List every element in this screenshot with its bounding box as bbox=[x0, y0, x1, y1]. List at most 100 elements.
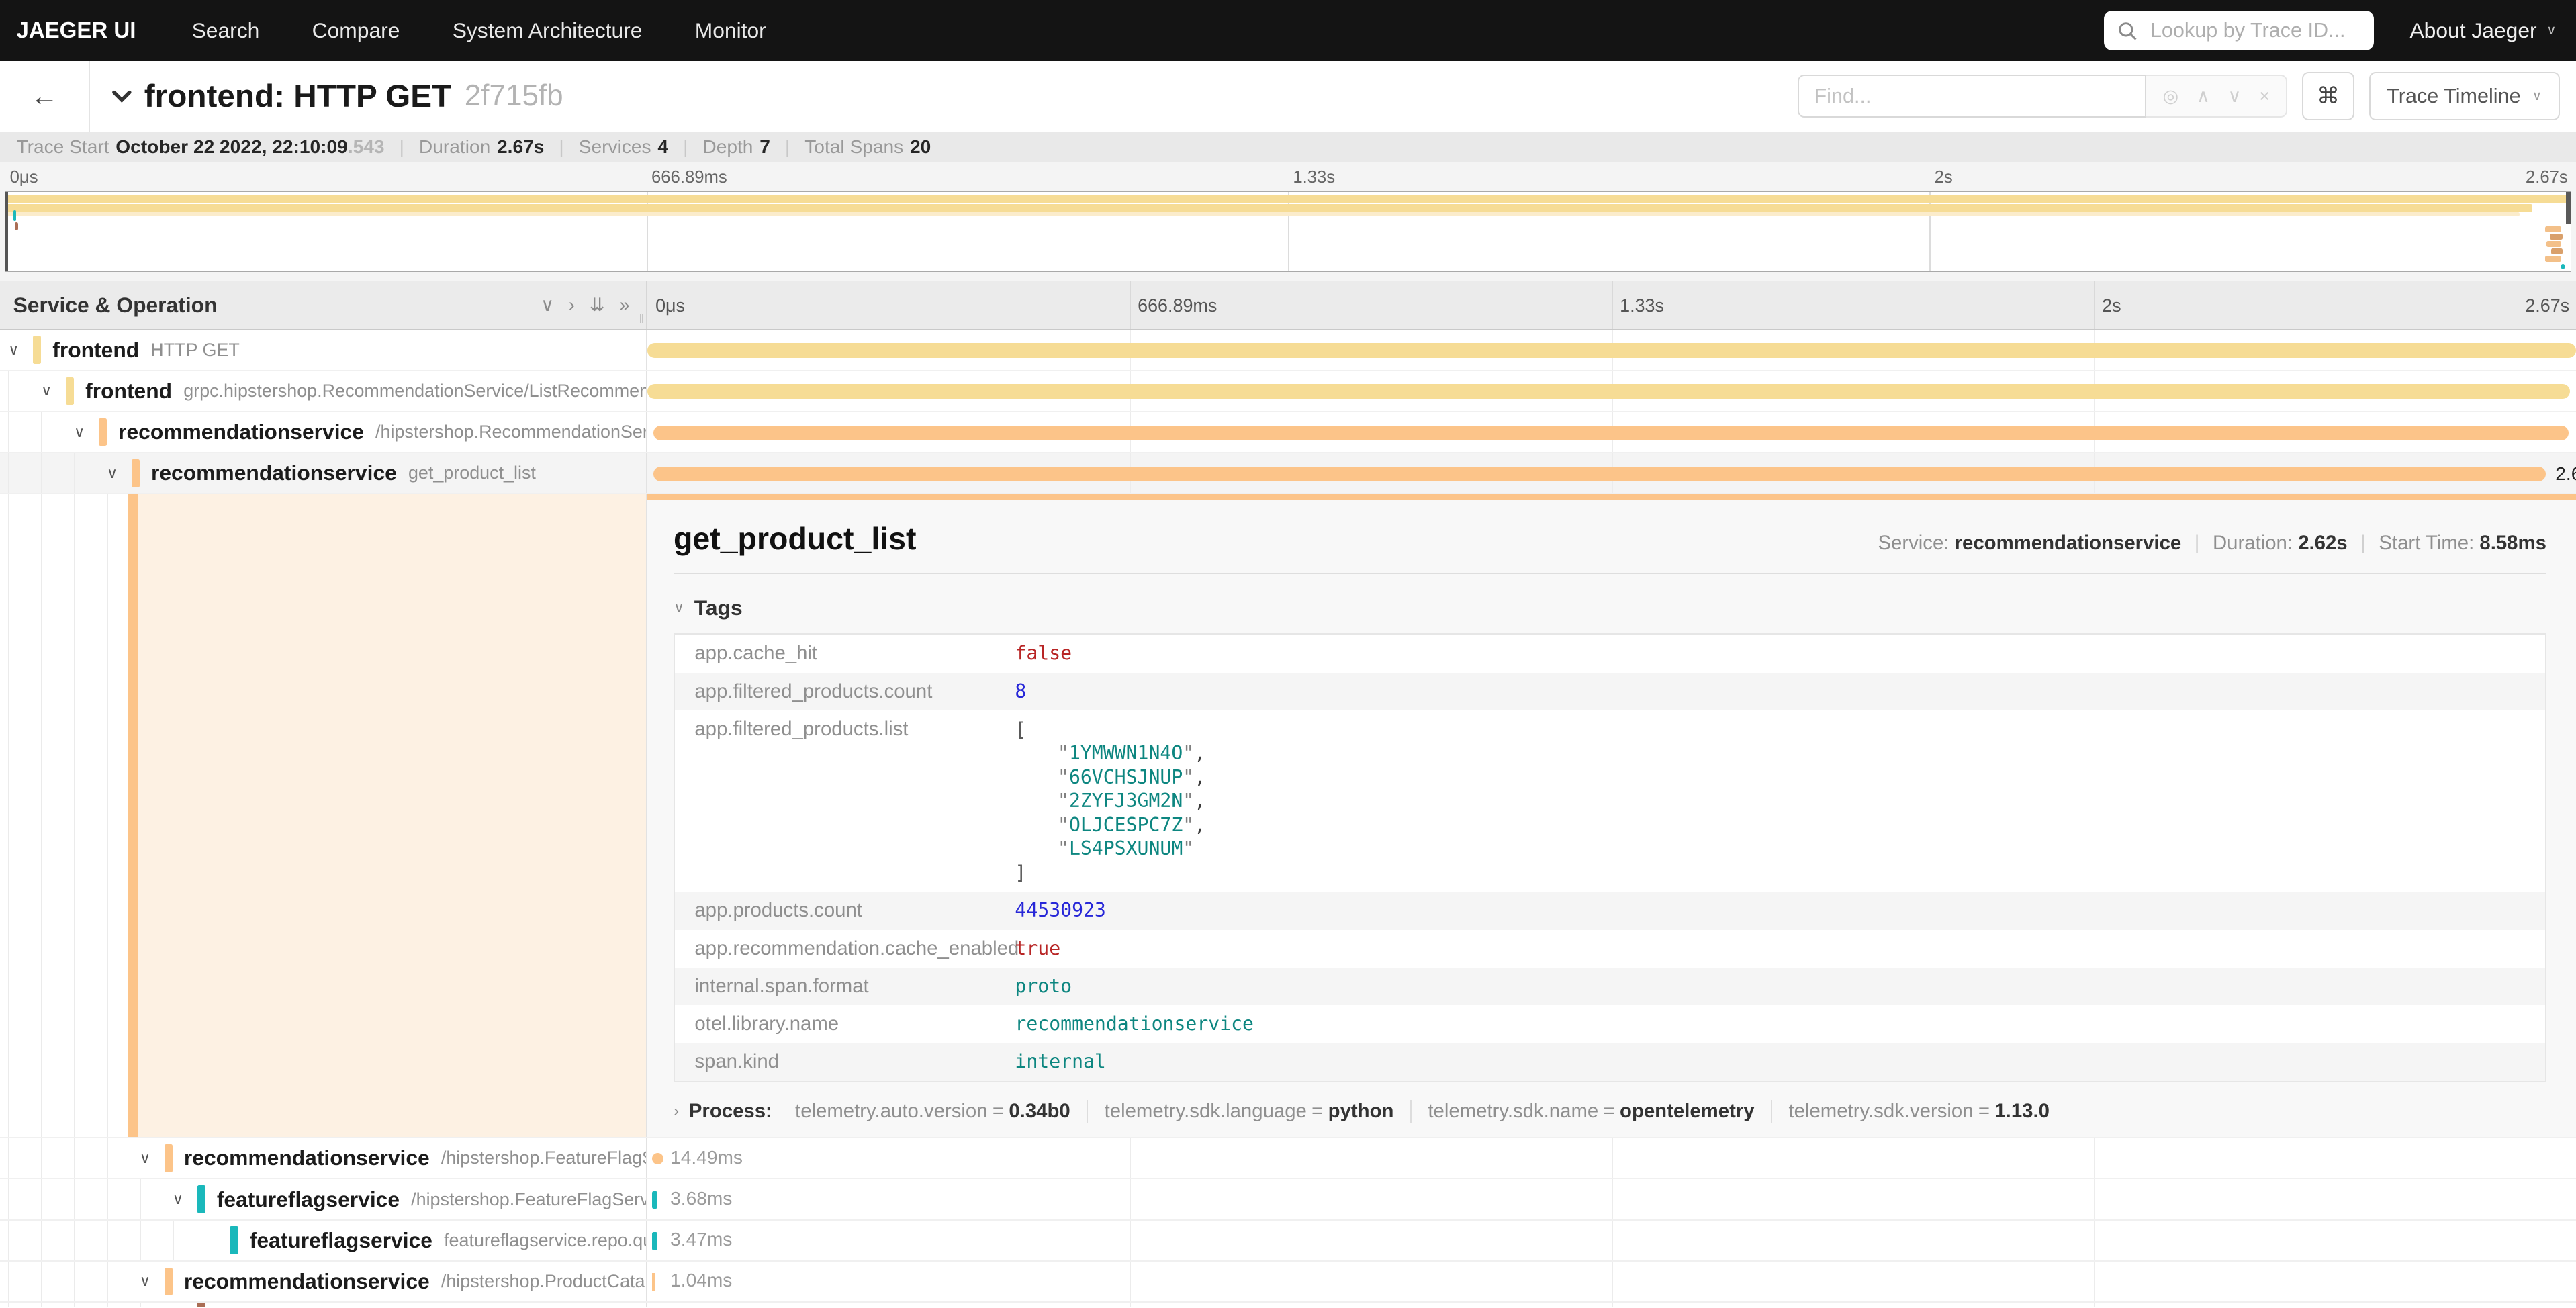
chevron-down-icon[interactable]: ∨ bbox=[107, 465, 132, 482]
indent-guide bbox=[140, 1303, 173, 1307]
tag-value: true bbox=[1015, 937, 1060, 960]
back-button[interactable]: ← bbox=[0, 61, 90, 132]
span-tree-cell: ∨frontendgrpc.hipstershop.Recommendation… bbox=[0, 371, 647, 411]
span-meta: Service: recommendationservice|Duration:… bbox=[1878, 532, 2546, 555]
next-match-icon[interactable]: ∨ bbox=[2228, 86, 2242, 107]
chevron-down-icon[interactable]: ∨ bbox=[173, 1190, 197, 1208]
span-row[interactable]: ∨frontendgrpc.hipstershop.Recommendation… bbox=[0, 371, 2576, 412]
app-logo[interactable]: JAEGER UI bbox=[16, 17, 136, 43]
stat-label: Depth bbox=[702, 136, 753, 158]
find-input[interactable] bbox=[1798, 75, 2146, 118]
indent-guide bbox=[107, 1221, 140, 1260]
span-mark[interactable] bbox=[652, 1191, 657, 1209]
tags-section-toggle[interactable]: ∨ Tags bbox=[674, 596, 2546, 620]
span-row[interactable]: ∨recommendationserviceget_product_list2.… bbox=[0, 453, 2576, 494]
collapse-one-icon[interactable]: ∨ bbox=[541, 296, 554, 314]
equals-sign: = bbox=[1604, 1100, 1615, 1122]
service-operation-header: Service & Operation ∨›⇊» ‖ bbox=[0, 281, 647, 328]
trace-lookup-input[interactable] bbox=[2147, 17, 2360, 44]
minimap-canvas[interactable] bbox=[5, 191, 2571, 272]
span-row[interactable]: ∨recommendationservice/hipstershop.Produ… bbox=[0, 1262, 2576, 1303]
span-tree-cell: ∨recommendationservice/hipstershop.Recom… bbox=[0, 412, 647, 452]
span-mark[interactable] bbox=[652, 1153, 663, 1164]
tag-row: app.products.count44530923 bbox=[675, 892, 2545, 929]
indent-guide bbox=[41, 1138, 74, 1178]
chevron-down-icon[interactable]: ∨ bbox=[140, 1272, 165, 1290]
span-row[interactable]: ∨recommendationservice/hipstershop.Featu… bbox=[0, 1138, 2576, 1179]
expand-one-icon[interactable]: › bbox=[569, 296, 575, 314]
chevron-down-icon[interactable]: ∨ bbox=[140, 1150, 165, 1167]
indent-guide bbox=[8, 453, 41, 493]
nav-item-compare[interactable]: Compare bbox=[312, 18, 400, 43]
minimap-tick-label: 666.89ms bbox=[651, 168, 727, 187]
keyboard-shortcuts-button[interactable]: ⌘ bbox=[2302, 72, 2354, 120]
clear-find-icon[interactable]: × bbox=[2259, 86, 2270, 107]
chevron-down-icon[interactable]: ∨ bbox=[74, 424, 99, 441]
process-key: telemetry.auto.version bbox=[795, 1100, 988, 1122]
jaeger-trace-page: JAEGER UI Search Compare System Architectu… bbox=[0, 0, 2576, 1307]
span-tree-cell: ∨recommendationservice/hipstershop.Produ… bbox=[0, 1262, 647, 1301]
trace-stats-bar: Trace StartOctober 22 2022, 22:10:09.543… bbox=[0, 132, 2576, 162]
find-addon: ◎ ∧ ∨ × bbox=[2146, 75, 2287, 118]
expand-all-icon[interactable]: » bbox=[619, 296, 629, 314]
minimap-left-scrubber[interactable] bbox=[5, 192, 8, 271]
span-row[interactable]: ∨recommendationservice/hipstershop.Recom… bbox=[0, 412, 2576, 453]
span-duration-label: 2.62s bbox=[2555, 463, 2576, 485]
minimap-ticks: 0μs666.89ms1.33s2s2.67s bbox=[5, 166, 2571, 191]
process-item: telemetry.sdk.language=python bbox=[1087, 1100, 1410, 1123]
indent-guide bbox=[41, 1262, 74, 1301]
nav-item-search[interactable]: Search bbox=[192, 18, 260, 43]
span-row[interactable]: ∨featureflagservice/hipstershop.FeatureF… bbox=[0, 1179, 2576, 1220]
chevron-down-icon[interactable]: ∨ bbox=[41, 382, 66, 400]
chevron-down-icon[interactable]: ∨ bbox=[8, 341, 33, 359]
nav-item-monitor[interactable]: Monitor bbox=[695, 18, 766, 43]
focus-match-icon[interactable]: ◎ bbox=[2163, 86, 2178, 107]
service-color-bar bbox=[230, 1226, 238, 1254]
span-row[interactable]: featureflagservicefeatureflagservice.rep… bbox=[0, 1221, 2576, 1262]
collapse-all-icon[interactable]: ⇊ bbox=[590, 296, 605, 314]
prev-match-icon[interactable]: ∧ bbox=[2197, 86, 2210, 107]
tag-value: 44530923 bbox=[1015, 899, 1105, 922]
column-resize-handle[interactable]: ‖ bbox=[639, 312, 644, 327]
about-jaeger-menu[interactable]: About Jaeger ∨ bbox=[2409, 18, 2556, 43]
list-item: "OLJCESPC7Z", bbox=[1015, 813, 1205, 837]
stat-label: Total Spans bbox=[804, 136, 903, 158]
trace-view-selector[interactable]: Trace Timeline ∨ bbox=[2369, 72, 2560, 120]
minimap-right-scrubber[interactable] bbox=[2566, 192, 2571, 224]
timeline-gridline bbox=[1130, 1303, 1131, 1307]
process-section-toggle[interactable]: › Process: telemetry.auto.version=0.34b0… bbox=[674, 1100, 2546, 1123]
nav-item-system-architecture[interactable]: System Architecture bbox=[453, 18, 643, 43]
span-bar[interactable] bbox=[647, 343, 2576, 358]
span-duration-label: 3.47ms bbox=[670, 1229, 732, 1250]
span-bar[interactable] bbox=[647, 384, 2570, 399]
chevron-down-icon bbox=[109, 84, 134, 109]
span-bar[interactable] bbox=[653, 467, 2546, 481]
tag-row: app.filtered_products.count8 bbox=[675, 673, 2545, 710]
timeline-gridline bbox=[2094, 1262, 2095, 1301]
list-item: "66VCHSJNUP", bbox=[1015, 765, 1205, 789]
timeline-gridline bbox=[1130, 1179, 1131, 1219]
indent-guide bbox=[8, 1221, 41, 1260]
chevron-down-icon: ∨ bbox=[2532, 88, 2542, 104]
trace-lookup-box[interactable] bbox=[2104, 11, 2373, 50]
timeline-gridline bbox=[1612, 1138, 1613, 1178]
collapse-trace-chevron[interactable] bbox=[109, 84, 134, 109]
meta-value: recommendationservice bbox=[1955, 532, 2182, 554]
span-mark[interactable] bbox=[652, 1232, 657, 1250]
span-bar[interactable] bbox=[653, 426, 2569, 440]
span-tree-cell bbox=[0, 1303, 647, 1307]
tag-row: app.filtered_products.list["1YMWWN1N4O",… bbox=[675, 710, 2545, 892]
stat-value: October 22 2022, 22:10:09 bbox=[116, 136, 348, 158]
service-color-bar bbox=[66, 377, 74, 406]
tag-key: app.recommendation.cache_enabled bbox=[694, 937, 1015, 960]
span-mark[interactable] bbox=[652, 1273, 655, 1291]
timeline-gridline bbox=[1130, 1138, 1131, 1178]
span-row[interactable]: ∨frontendHTTP GET bbox=[0, 330, 2576, 371]
separator: | bbox=[683, 136, 688, 158]
timeline-gridline bbox=[1612, 1221, 1613, 1260]
span-row[interactable] bbox=[0, 1303, 2576, 1307]
span-duration-label: 1.04ms bbox=[670, 1270, 732, 1291]
ruler-tick-label: 2s bbox=[2102, 295, 2121, 316]
timeline-gridline bbox=[2094, 1179, 2095, 1219]
tag-value-list: ["1YMWWN1N4O","66VCHSJNUP","2ZYFJ3GM2N",… bbox=[1015, 718, 1205, 884]
